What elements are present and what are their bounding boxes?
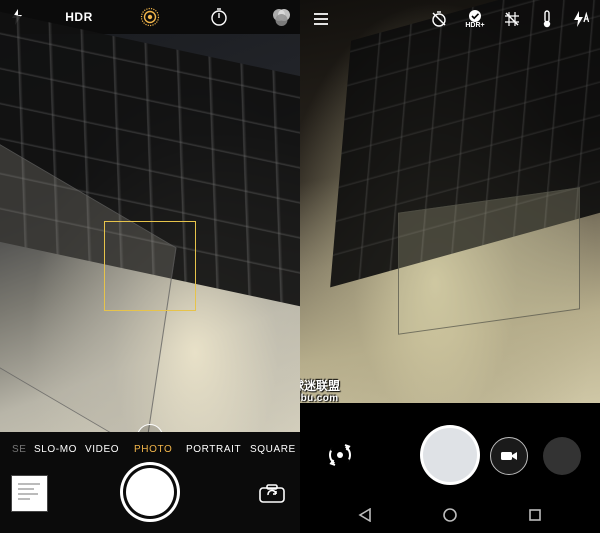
mode-label: SQUARE — [250, 443, 296, 455]
system-nav-bar — [300, 498, 600, 533]
mode-label: SLO-MO — [34, 443, 78, 455]
thumbnail-line — [18, 493, 38, 495]
shutter-button[interactable] — [423, 428, 477, 482]
focus-box — [104, 221, 196, 311]
mode-item[interactable]: SLO-MO — [34, 432, 77, 466]
switch-camera-icon[interactable] — [324, 439, 356, 471]
viewfinder[interactable] — [300, 0, 600, 403]
mode-label: PHOTO — [134, 443, 173, 455]
gallery-thumbnail[interactable] — [543, 437, 581, 475]
back-icon[interactable] — [356, 506, 374, 524]
hdr-plus-button[interactable]: HDR+ — [464, 8, 486, 30]
thumbnail-line — [18, 488, 34, 490]
thumbnail-line — [18, 483, 40, 485]
ios-camera-screen: HDR 1× — [0, 0, 300, 533]
check-icon — [469, 9, 481, 22]
mode-item[interactable]: PORTRAIT — [186, 432, 241, 466]
shutter-bar — [0, 466, 300, 533]
thumbnail-line — [18, 498, 30, 500]
thermometer-icon[interactable] — [536, 8, 558, 30]
live-photo-icon[interactable] — [138, 0, 162, 34]
flash-auto-icon[interactable] — [570, 8, 592, 30]
android-camera-screen: HDR+ 拜仁慕尼黑球迷联盟 http://www.fcbu.com — [300, 0, 600, 533]
hdr-plus-label: HDR+ — [465, 21, 485, 29]
mode-item[interactable]: SE — [12, 432, 27, 466]
recents-icon[interactable] — [526, 506, 544, 524]
mode-strip: SE SLO-MO VIDEO PHOTO PORTRAIT SQUARE — [0, 432, 300, 466]
camera-top-icons: HDR+ — [300, 0, 600, 40]
mode-label: VIDEO — [85, 443, 120, 455]
watermark-chinese: 拜仁慕尼黑球迷联盟 — [300, 379, 341, 393]
home-icon[interactable] — [441, 506, 459, 524]
last-photo-thumbnail[interactable] — [11, 475, 48, 512]
trackpad-image — [398, 187, 580, 335]
mode-label: SE — [12, 443, 27, 455]
timer-icon[interactable] — [206, 0, 232, 34]
mode-item[interactable]: SQUARE — [250, 432, 296, 466]
mode-item-active[interactable]: PHOTO — [134, 432, 172, 466]
mode-item[interactable]: VIDEO — [85, 432, 119, 466]
menu-icon[interactable] — [310, 8, 332, 30]
grid-off-icon[interactable] — [501, 8, 523, 30]
video-camera-icon — [501, 452, 517, 460]
video-mode-button[interactable] — [490, 437, 528, 475]
timer-off-icon[interactable] — [428, 8, 450, 30]
shutter-button[interactable] — [126, 468, 174, 516]
filters-icon[interactable] — [268, 0, 294, 34]
switch-camera-icon[interactable] — [258, 482, 286, 504]
hdr-label: HDR — [65, 10, 93, 24]
camera-controls — [300, 403, 600, 498]
viewfinder[interactable]: 1× — [0, 2, 300, 454]
mode-label: PORTRAIT — [186, 443, 242, 455]
